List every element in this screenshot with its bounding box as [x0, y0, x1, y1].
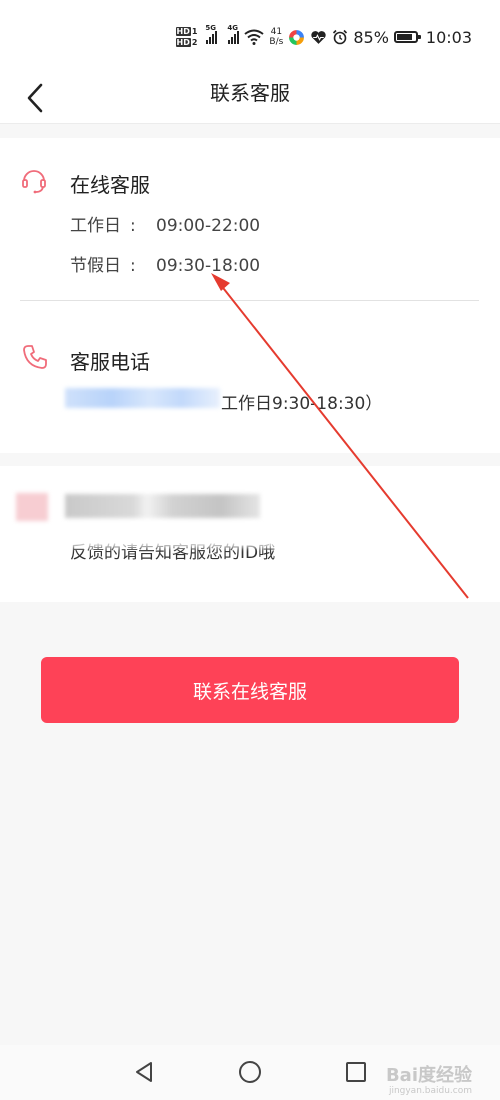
- nav-back-button[interactable]: [129, 1057, 159, 1087]
- navigation-bar: Bai度经验 jingyan.baidu.com: [0, 1045, 500, 1100]
- baidu-jingyan-watermark: Bai度经验 jingyan.baidu.com: [385, 1065, 472, 1097]
- triangle-back-icon: [136, 1062, 152, 1082]
- circle-home-icon: [239, 1061, 261, 1083]
- square-recents-icon: [346, 1062, 366, 1082]
- contact-online-service-button[interactable]: 联系在线客服: [41, 657, 459, 723]
- nav-home-button[interactable]: [235, 1057, 265, 1087]
- nav-recents-button[interactable]: [341, 1057, 371, 1087]
- annotation-arrow: [211, 273, 469, 599]
